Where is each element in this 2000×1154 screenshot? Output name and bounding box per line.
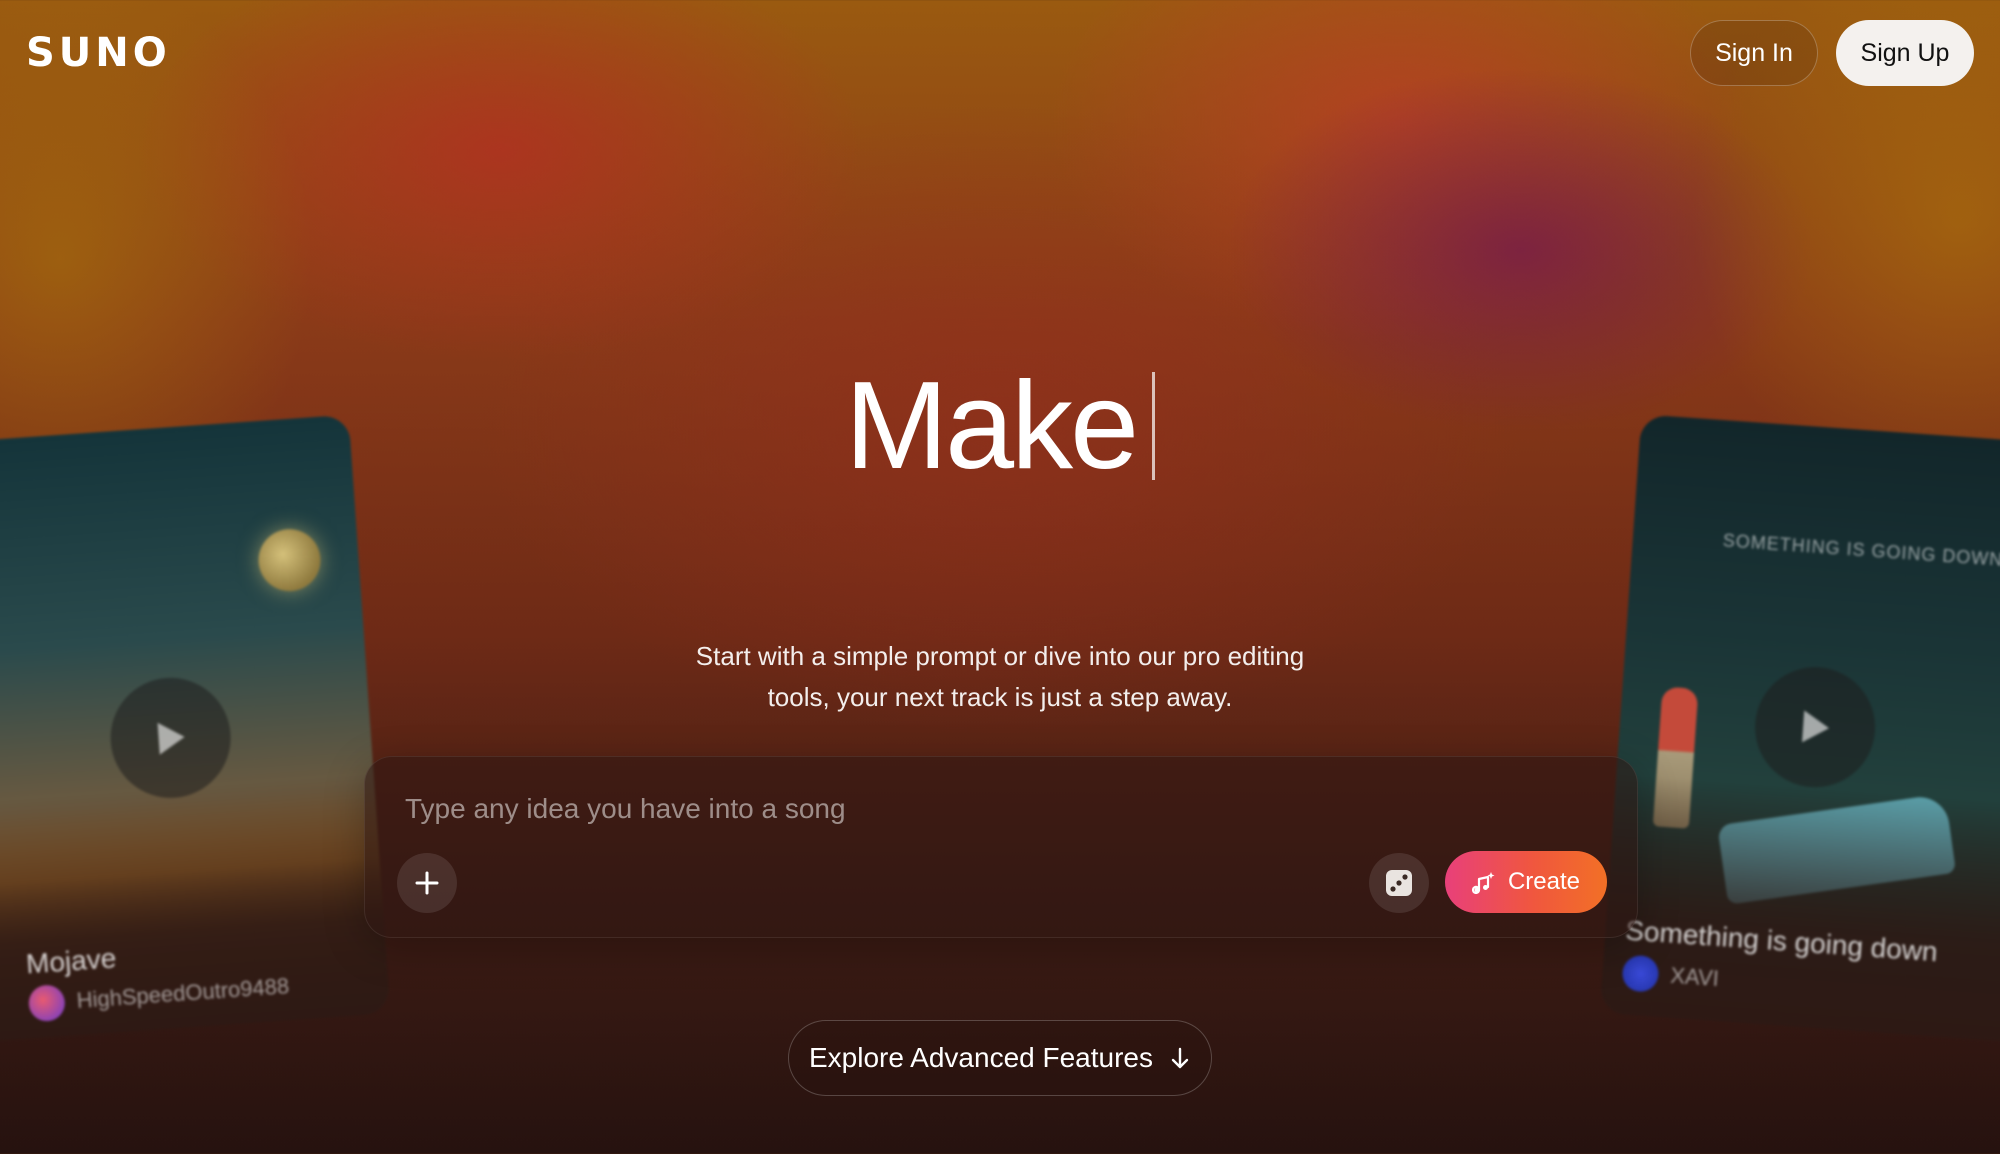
sign-up-button[interactable]: Sign Up	[1836, 20, 1974, 86]
moon-artwork	[256, 527, 323, 594]
explore-advanced-features-button[interactable]: Explore Advanced Features	[788, 1020, 1212, 1096]
music-sparkle-icon	[1471, 872, 1495, 894]
hero-title: Make	[844, 357, 1139, 495]
play-button[interactable]	[106, 673, 235, 802]
play-icon	[1802, 710, 1830, 743]
hero-subtitle: Start with a simple prompt or dive into …	[600, 636, 1400, 718]
sign-in-button[interactable]: Sign In	[1690, 20, 1818, 86]
card-shade	[1599, 773, 2000, 1046]
arrow-down-icon	[1171, 1047, 1189, 1069]
explore-label: Explore Advanced Features	[809, 1042, 1153, 1073]
artist-name: XAVI	[1669, 962, 1720, 992]
dice-icon	[1386, 870, 1412, 896]
avatar	[1621, 954, 1660, 993]
avatar	[27, 983, 67, 1023]
add-button[interactable]	[397, 853, 457, 913]
text-caret	[1152, 372, 1156, 480]
create-label: Create	[1507, 868, 1581, 895]
hero-heading: Make	[0, 356, 2000, 496]
song-artist[interactable]: XAVI	[1621, 954, 1720, 997]
song-title[interactable]: Mojave	[25, 942, 117, 980]
plus-icon	[415, 871, 439, 895]
subtitle-line-2: tools, your next track is just a step aw…	[767, 682, 1233, 712]
subtitle-line-1: Start with a simple prompt or dive into …	[695, 641, 1305, 671]
song-card-right[interactable]: SOMETHING IS GOING DOWN Something is goi…	[1599, 414, 2000, 1046]
play-icon	[157, 722, 185, 755]
random-prompt-button[interactable]	[1369, 853, 1429, 913]
play-button[interactable]	[1751, 663, 1880, 792]
create-button[interactable]: Create	[1445, 851, 1607, 913]
suno-logo[interactable]: SUNO	[26, 30, 171, 76]
cover-text: SOMETHING IS GOING DOWN	[1722, 530, 2000, 570]
song-card-left[interactable]: Mojave HighSpeedOutro9488	[0, 414, 391, 1046]
song-idea-input[interactable]	[405, 787, 1405, 831]
song-prompt-box: Create	[364, 756, 1638, 938]
